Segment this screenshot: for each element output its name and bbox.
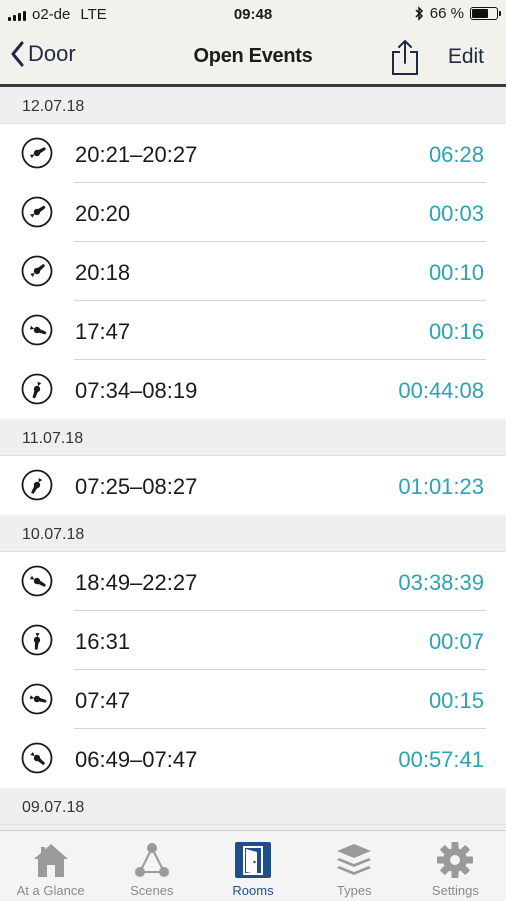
event-duration: 00:16	[428, 319, 484, 344]
event-row[interactable]: 20:18 00:10	[0, 242, 506, 301]
event-row[interactable]: 06:49–07:47 00:57:41	[0, 729, 506, 788]
event-list[interactable]: 12.07.18 20:21–20:27 06:28 20:20 00:03 20:18 0…	[0, 87, 506, 830]
window-handle-icon	[21, 624, 53, 656]
tab-label: At a Glance	[16, 883, 85, 898]
window-handle-icon	[21, 469, 53, 501]
event-row[interactable]: 16:31 00:07	[0, 611, 506, 670]
page-title: Open Events	[193, 45, 313, 67]
event-time: 16:31	[75, 629, 131, 654]
event-time: 20:18	[75, 260, 131, 285]
status-bar: o2-de LTE 09:48 66 %	[0, 0, 506, 30]
window-handle-icon	[21, 137, 53, 169]
section-header: 12.07.18	[0, 87, 506, 124]
scenes-icon	[134, 843, 169, 877]
event-row[interactable]: 20:21–20:27 06:28	[0, 124, 506, 183]
share-icon	[392, 40, 418, 75]
event-duration: 00:03	[428, 201, 484, 226]
battery-fill	[472, 9, 488, 18]
tab-label: Rooms	[232, 883, 274, 898]
window-handle-icon	[21, 314, 53, 346]
event-duration: 01:01:23	[398, 474, 484, 499]
window-handle-icon	[21, 373, 53, 405]
tab-rooms[interactable]: Rooms	[202, 831, 303, 901]
tab-label: Settings	[431, 883, 479, 898]
event-duration: 00:57:41	[398, 747, 484, 772]
event-time: 18:49–22:27	[75, 570, 198, 595]
event-row[interactable]: 07:47 00:15	[0, 670, 506, 729]
section-header: 10.07.18	[0, 515, 506, 552]
window-handle-icon	[21, 196, 53, 228]
back-label: Door	[28, 41, 76, 66]
tab-types[interactable]: Types	[304, 831, 405, 901]
event-duration: 00:10	[428, 260, 484, 285]
event-time: 07:47	[75, 688, 131, 713]
tab-label: Scenes	[130, 883, 174, 898]
event-row[interactable]: 07:34–08:19 00:44:08	[0, 360, 506, 419]
window-handle-icon	[21, 683, 53, 715]
event-row[interactable]: 07:25–08:27 01:01:23	[0, 456, 506, 515]
window-handle-icon	[21, 255, 53, 287]
event-time: 17:47	[75, 319, 131, 344]
section-header: 11.07.18	[0, 419, 506, 456]
layers-icon	[337, 844, 372, 875]
back-button[interactable]: Door	[10, 40, 76, 68]
edit-button[interactable]: Edit	[448, 45, 484, 69]
share-button[interactable]	[390, 38, 420, 81]
door-icon	[235, 842, 271, 878]
tab-at-a-glance[interactable]: At a Glance	[0, 831, 101, 901]
status-right: 66 %	[415, 5, 501, 22]
window-handle-icon	[21, 565, 53, 597]
tab-settings[interactable]: Settings	[405, 831, 506, 901]
event-duration: 00:07	[428, 629, 484, 654]
navigation-bar: Door Open Events Edit	[0, 30, 506, 87]
battery-percent: 66 %	[429, 5, 464, 22]
house-icon	[33, 844, 68, 877]
section-header: 09.07.18	[0, 788, 506, 825]
event-time: 07:25–08:27	[75, 474, 198, 499]
window-handle-icon	[21, 742, 53, 774]
event-time: 20:20	[75, 201, 131, 226]
event-duration: 03:38:39	[398, 570, 484, 595]
chevron-left-icon	[11, 41, 24, 67]
tab-label: Types	[336, 883, 372, 898]
gear-icon	[437, 842, 474, 878]
tab-bar: At a Glance Scenes Rooms Types Settings	[0, 830, 506, 901]
battery-icon	[470, 7, 501, 20]
event-duration: 00:15	[428, 688, 484, 713]
bluetooth-icon	[415, 6, 423, 21]
event-row[interactable]: 18:49–22:27 03:38:39	[0, 552, 506, 611]
event-duration: 00:44:08	[398, 378, 484, 403]
tab-scenes[interactable]: Scenes	[101, 831, 202, 901]
event-time: 20:21–20:27	[75, 142, 198, 167]
event-time: 07:34–08:19	[75, 378, 198, 403]
event-row[interactable]: 20:20 00:03	[0, 183, 506, 242]
event-row[interactable]: 17:47 00:16	[0, 301, 506, 360]
event-time: 06:49–07:47	[75, 747, 198, 772]
event-duration: 06:28	[428, 142, 484, 167]
